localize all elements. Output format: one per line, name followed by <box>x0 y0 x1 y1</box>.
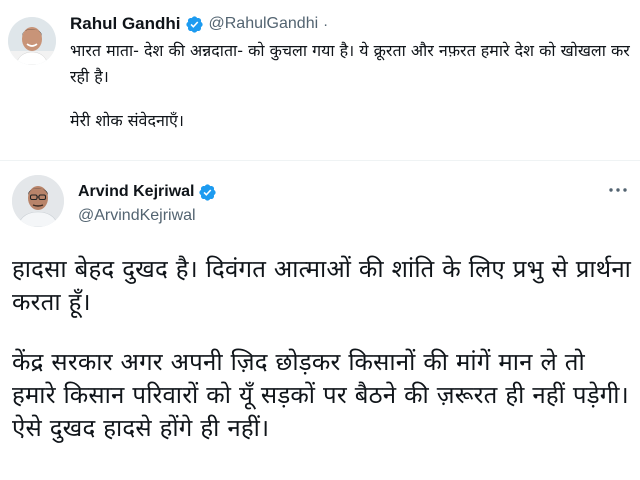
author-row: Rahul Gandhi @RahulGandhi · <box>70 12 328 36</box>
avatar[interactable] <box>12 175 64 227</box>
author-row: Arvind Kejriwal <box>78 181 217 203</box>
more-horizontal-icon[interactable] <box>608 185 628 195</box>
tweet-text: हादसा बेहद दुखद है। दिवंगत आत्माओं की शा… <box>12 253 634 445</box>
tweet-paragraph: हादसा बेहद दुखद है। दिवंगत आत्माओं की शा… <box>12 255 632 316</box>
author-handle[interactable]: @RahulGandhi <box>209 15 319 33</box>
tweet-text: भारत माता- देश की अन्नदाता- को कुचला गया… <box>70 38 636 134</box>
author-name[interactable]: Rahul Gandhi <box>70 14 181 34</box>
tweet-arvind-kejriwal[interactable]: Arvind Kejriwal @ArvindKejriwal हादसा बे… <box>0 160 640 480</box>
avatar[interactable] <box>8 17 56 65</box>
screenshot-page: Rahul Gandhi @RahulGandhi · भारत माता- द… <box>0 0 640 480</box>
verified-badge-icon <box>185 15 204 34</box>
tweet-paragraph: मेरी शोक संवेदनाएँ। <box>70 111 184 130</box>
tweet-rahul-gandhi[interactable]: Rahul Gandhi @RahulGandhi · भारत माता- द… <box>0 0 640 160</box>
separator-dot: · <box>323 15 329 33</box>
avatar-image <box>8 17 56 65</box>
tweet-paragraph: केंद्र सरकार अगर अपनी ज़िद छोड़कर किसानो… <box>12 348 629 442</box>
author-name[interactable]: Arvind Kejriwal <box>78 183 194 201</box>
avatar-image <box>12 175 64 227</box>
author-handle[interactable]: @ArvindKejriwal <box>78 207 196 225</box>
verified-badge-icon <box>198 183 217 202</box>
tweet-paragraph: भारत माता- देश की अन्नदाता- को कुचला गया… <box>70 41 630 86</box>
